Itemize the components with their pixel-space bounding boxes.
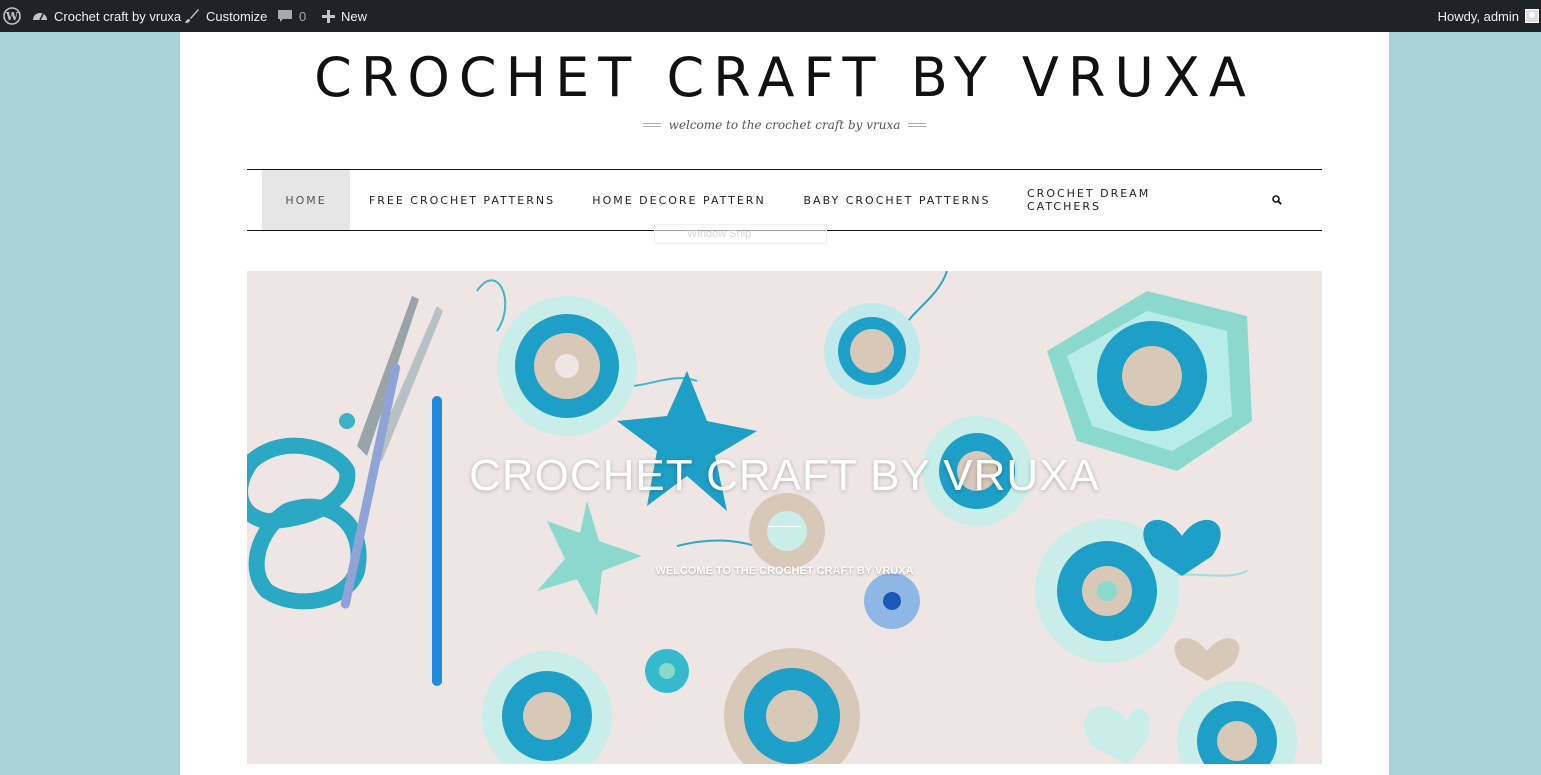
- admin-bar-comments[interactable]: 0: [277, 0, 306, 32]
- tagline-left-ornament: [642, 123, 661, 127]
- hero-title: CROCHET CRAFT BY VRUXA: [469, 451, 1100, 500]
- search-icon[interactable]: [1265, 170, 1289, 230]
- svg-text:W: W: [5, 10, 19, 23]
- nav-item-free-crochet-patterns[interactable]: FREE CROCHET PATTERNS: [367, 170, 557, 230]
- window-snip-overlay: Window Snip: [654, 224, 827, 244]
- nav-item-home-decore-pattern[interactable]: HOME DECORE PATTERN: [589, 170, 769, 230]
- brush-icon: [184, 8, 200, 24]
- admin-bar-comments-count: 0: [299, 8, 307, 24]
- tagline-right-ornament: [908, 123, 927, 127]
- comment-bubble-icon: [277, 9, 293, 24]
- plus-icon: [322, 9, 335, 23]
- admin-bar-howdy: Howdy, admin: [1437, 8, 1519, 24]
- hero-subtitle: WELCOME TO THE CROCHET CRAFT BY VRUXA: [655, 565, 914, 577]
- admin-bar-account[interactable]: Howdy, admin: [1438, 0, 1539, 32]
- admin-bar-site-name: Crochet craft by vruxa: [54, 8, 182, 24]
- nav-item-home[interactable]: HOME: [262, 170, 350, 230]
- dashboard-icon: [32, 9, 48, 23]
- hero-background-image: [247, 271, 1322, 764]
- hero-banner: CROCHET CRAFT BY VRUXA WELCOME TO THE CR…: [247, 271, 1322, 764]
- nav-item-baby-crochet-patterns[interactable]: BABY CROCHET PATTERNS: [802, 170, 992, 230]
- admin-bar-new-label: New: [341, 8, 368, 24]
- admin-bar-new[interactable]: New: [322, 0, 367, 32]
- nav-item-crochet-dream-catchers[interactable]: CROCHET DREAM CATCHERS: [1027, 170, 1227, 230]
- tagline-text: welcome to the crochet craft by vruxa: [668, 118, 901, 132]
- main-navigation: HOME FREE CROCHET PATTERNS HOME DECORE P…: [247, 169, 1322, 231]
- site-tagline: welcome to the crochet craft by vruxa: [180, 118, 1389, 132]
- hero-divider: [768, 526, 801, 527]
- admin-bar: W Crochet craft by vruxa Customize 0 New…: [0, 0, 1541, 32]
- site-title[interactable]: CROCHET CRAFT BY VRUXA: [180, 46, 1389, 109]
- admin-bar-customize[interactable]: Customize: [184, 0, 267, 32]
- admin-bar-customize-label: Customize: [206, 8, 268, 24]
- page-container: CROCHET CRAFT BY VRUXA welcome to the cr…: [180, 32, 1389, 775]
- admin-bar-site-link[interactable]: Crochet craft by vruxa: [32, 0, 181, 32]
- wordpress-logo-icon[interactable]: W: [0, 0, 24, 32]
- avatar: [1525, 9, 1539, 23]
